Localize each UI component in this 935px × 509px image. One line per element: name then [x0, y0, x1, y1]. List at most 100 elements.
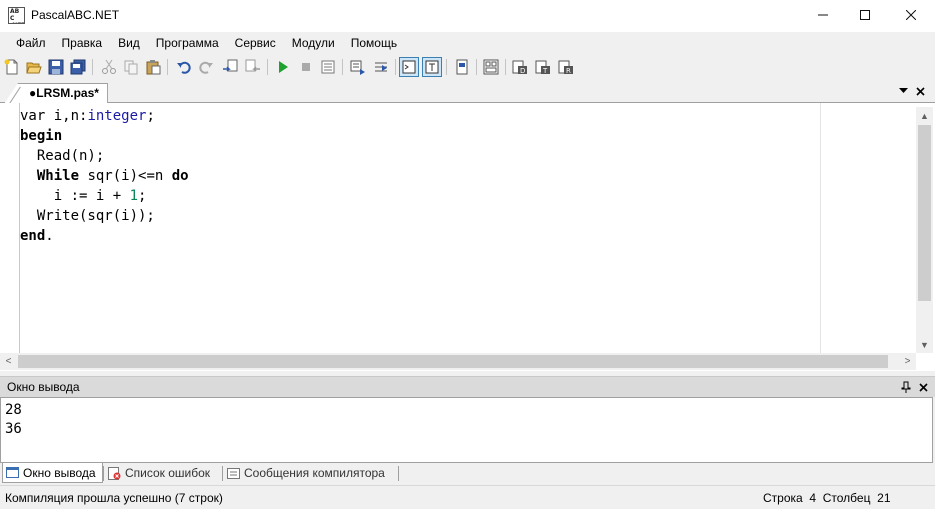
pin-panel-button[interactable] — [899, 380, 913, 394]
tab-label: Окно вывода — [23, 465, 96, 480]
scroll-left-arrow-icon[interactable]: < — [0, 353, 17, 370]
scrollbar-thumb[interactable] — [18, 355, 888, 368]
menu-service[interactable]: Сервис — [227, 32, 284, 54]
output-window-icon — [6, 466, 19, 479]
code-token: end — [20, 228, 46, 244]
menu-modules[interactable]: Модули — [284, 32, 343, 54]
toolbar-separator — [446, 59, 447, 75]
debug-step-over-icon[interactable] — [371, 57, 391, 77]
code-line[interactable]: end. — [20, 226, 189, 246]
editor-horizontal-scrollbar[interactable]: < > — [0, 353, 916, 370]
code-line[interactable]: var i,n:integer; — [20, 106, 189, 126]
right-margin-line — [820, 103, 821, 353]
code-line[interactable]: While sqr(i)<=n do — [20, 166, 189, 186]
undo-icon[interactable] — [174, 57, 194, 77]
chevron-down-icon — [898, 88, 908, 93]
pascalabc-app-icon[interactable]: ABC.NET — [8, 7, 25, 24]
editor-tab-strip: ●LRSM.pas* — [0, 81, 935, 104]
code-line[interactable]: i := i + 1; — [20, 186, 189, 206]
output-panel[interactable]: 28 36 — [0, 397, 933, 463]
toolbar-separator — [395, 59, 396, 75]
compile-icon[interactable] — [318, 57, 338, 77]
minimize-icon — [818, 14, 828, 16]
stop-icon[interactable] — [296, 57, 316, 77]
output-text: 28 36 — [5, 401, 22, 439]
tab-compiler-messages[interactable]: Сообщения компилятора — [224, 463, 398, 483]
svg-text:T: T — [542, 67, 548, 75]
tab-error-list[interactable]: Список ошибок — [105, 463, 221, 483]
redo-icon[interactable] — [196, 57, 216, 77]
code-token: ; — [138, 188, 147, 204]
code-line[interactable]: begin — [20, 126, 189, 146]
code-format-icon[interactable]: R — [556, 57, 576, 77]
bottom-panel-tabs: Окно вывода Список ошибок Сообщения комп… — [0, 463, 935, 484]
code-line[interactable]: Write(sqr(i)); — [20, 206, 189, 226]
open-file-icon[interactable] — [24, 57, 44, 77]
tab-lrsm-pas[interactable]: ●LRSM.pas* — [4, 83, 108, 104]
toolbar: D T R — [0, 55, 935, 80]
menu-program[interactable]: Программа — [148, 32, 227, 54]
scroll-down-arrow-icon[interactable]: ▼ — [916, 336, 933, 353]
save-icon[interactable] — [46, 57, 66, 77]
code-token: var — [20, 108, 46, 124]
new-file-icon[interactable] — [2, 57, 22, 77]
menu-file[interactable]: Файл — [8, 32, 54, 54]
pin-icon — [901, 381, 911, 393]
go-back-icon[interactable] — [243, 57, 263, 77]
code-token: ; — [146, 108, 155, 124]
code-token: sqr(i)<=n — [79, 168, 172, 184]
output-line: 28 — [5, 402, 22, 418]
menu-edit[interactable]: Правка — [54, 32, 111, 54]
output-window-icon[interactable] — [399, 57, 419, 77]
tab-label: Сообщения компилятора — [244, 466, 385, 480]
toolbar-separator — [505, 59, 506, 75]
tab-separator — [398, 466, 399, 481]
print-icon[interactable] — [452, 57, 472, 77]
paste-icon[interactable] — [143, 57, 163, 77]
minimize-button[interactable] — [800, 0, 846, 30]
cut-icon[interactable] — [99, 57, 119, 77]
close-icon — [918, 382, 928, 392]
code-token: 1 — [129, 188, 139, 204]
menu-view[interactable]: Вид — [110, 32, 148, 54]
close-icon — [915, 86, 925, 96]
toolbar-separator — [92, 59, 93, 75]
run-icon[interactable] — [273, 57, 293, 77]
code-editor[interactable]: var i,n:integer; begin Read(n); While sqr… — [0, 103, 935, 371]
pascal-forms-icon[interactable] — [481, 57, 501, 77]
tab-separator — [103, 466, 104, 481]
maximize-button[interactable] — [842, 0, 888, 30]
editor-vertical-scrollbar[interactable]: ▲ ▼ — [916, 107, 933, 353]
status-bar: Компиляция прошла успешно (7 строк) Стро… — [0, 485, 935, 509]
close-button[interactable] — [888, 0, 934, 30]
compiler-messages-icon — [227, 467, 240, 480]
templates-icon[interactable]: T — [533, 57, 553, 77]
tab-separator — [222, 466, 223, 481]
code-token: i := i + — [20, 188, 130, 204]
cursor-position: Строка 4 Столбец 21 — [763, 491, 891, 505]
copy-icon[interactable] — [121, 57, 141, 77]
scrollbar-thumb[interactable] — [918, 125, 931, 301]
tab-output-window[interactable]: Окно вывода — [2, 463, 103, 483]
toolbar-separator — [267, 59, 268, 75]
column-label: Столбец — [822, 491, 871, 505]
tab-list-dropdown[interactable] — [896, 84, 910, 98]
scroll-up-arrow-icon[interactable]: ▲ — [916, 107, 933, 124]
code-line[interactable]: Read(n); — [20, 146, 189, 166]
go-to-icon[interactable] — [220, 57, 240, 77]
menu-bar: Файл Правка Вид Программа Сервис Модули … — [0, 32, 935, 54]
code-token: . — [45, 228, 54, 244]
code-text[interactable]: var i,n:integer; begin Read(n); While sqr… — [20, 106, 189, 246]
debug-step-into-icon[interactable] — [348, 57, 368, 77]
row-value: 4 — [809, 491, 817, 505]
text-mode-icon[interactable] — [422, 57, 442, 77]
maximize-icon — [860, 10, 870, 20]
scroll-right-arrow-icon[interactable]: > — [899, 353, 916, 370]
close-panel-button[interactable] — [916, 380, 930, 394]
menu-help[interactable]: Помощь — [343, 32, 405, 54]
save-all-icon[interactable] — [68, 57, 88, 77]
close-tab-button[interactable] — [913, 84, 927, 98]
help-icon[interactable]: D — [510, 57, 530, 77]
code-token: integer — [87, 108, 147, 124]
